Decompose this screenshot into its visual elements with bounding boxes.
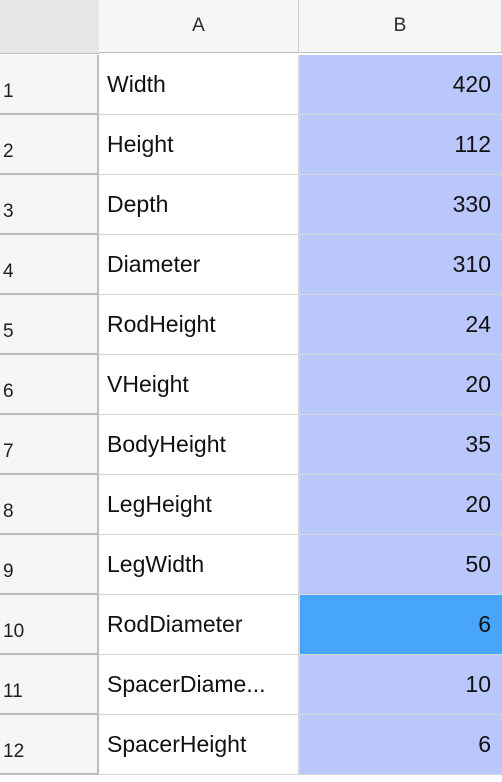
cell-b[interactable]: 330 <box>299 175 502 235</box>
row-number: 10 <box>3 621 25 642</box>
cell-b[interactable]: 24 <box>299 295 502 355</box>
row-header[interactable]: 7 <box>0 415 99 475</box>
cell-b[interactable]: 20 <box>299 475 502 535</box>
column-header-b[interactable]: B <box>299 0 502 53</box>
cell-a[interactable]: RodHeight <box>99 295 299 355</box>
cell-a[interactable]: LegHeight <box>99 475 299 535</box>
spreadsheet: A B 1 Width 420 2 Height 112 3 Depth 330 4 Diamete… <box>0 0 502 782</box>
row-number: 5 <box>3 321 14 342</box>
cell-a[interactable]: RodDiameter <box>99 595 299 655</box>
row-header[interactable]: 5 <box>0 295 99 355</box>
row-header[interactable]: 6 <box>0 355 99 415</box>
cell-a[interactable]: SpacerDiame... <box>99 655 299 715</box>
cell-b[interactable]: 310 <box>299 235 502 295</box>
row-header[interactable]: 2 <box>0 115 99 175</box>
column-header-a[interactable]: A <box>99 0 299 53</box>
row-number: 1 <box>3 81 14 102</box>
cell-a[interactable]: Depth <box>99 175 299 235</box>
row-number: 2 <box>3 141 14 162</box>
select-all-corner[interactable] <box>0 0 100 54</box>
cell-a[interactable]: LegWidth <box>99 535 299 595</box>
cell-a[interactable]: Width <box>99 55 299 115</box>
row-number: 6 <box>3 381 14 402</box>
cell-a[interactable]: Height <box>99 115 299 175</box>
row-header[interactable]: 10 <box>0 595 99 655</box>
row-header[interactable]: 9 <box>0 535 99 595</box>
row-number: 7 <box>3 441 14 462</box>
row-number: 3 <box>3 201 14 222</box>
cell-b[interactable]: 20 <box>299 355 502 415</box>
row-header[interactable]: 12 <box>0 715 99 775</box>
cell-a[interactable]: BodyHeight <box>99 415 299 475</box>
cell-b[interactable]: 112 <box>299 115 502 175</box>
row-number: 9 <box>3 561 14 582</box>
active-cell-b[interactable]: 6 <box>299 595 502 655</box>
cell-a[interactable]: VHeight <box>99 355 299 415</box>
cell-b[interactable]: 10 <box>299 655 502 715</box>
row-header[interactable]: 1 <box>0 55 99 115</box>
cell-b[interactable]: 35 <box>299 415 502 475</box>
row-header[interactable]: 8 <box>0 475 99 535</box>
row-number: 4 <box>3 261 14 282</box>
row-header[interactable]: 11 <box>0 655 99 715</box>
cell-a[interactable]: Diameter <box>99 235 299 295</box>
row-header[interactable]: 4 <box>0 235 99 295</box>
cell-a[interactable]: SpacerHeight <box>99 715 299 775</box>
row-number: 11 <box>3 681 23 702</box>
row-number: 8 <box>3 501 14 522</box>
cell-b[interactable]: 6 <box>299 715 502 775</box>
row-number: 12 <box>3 741 25 762</box>
row-header[interactable]: 3 <box>0 175 99 235</box>
cell-b[interactable]: 420 <box>299 55 502 115</box>
cell-b[interactable]: 50 <box>299 535 502 595</box>
